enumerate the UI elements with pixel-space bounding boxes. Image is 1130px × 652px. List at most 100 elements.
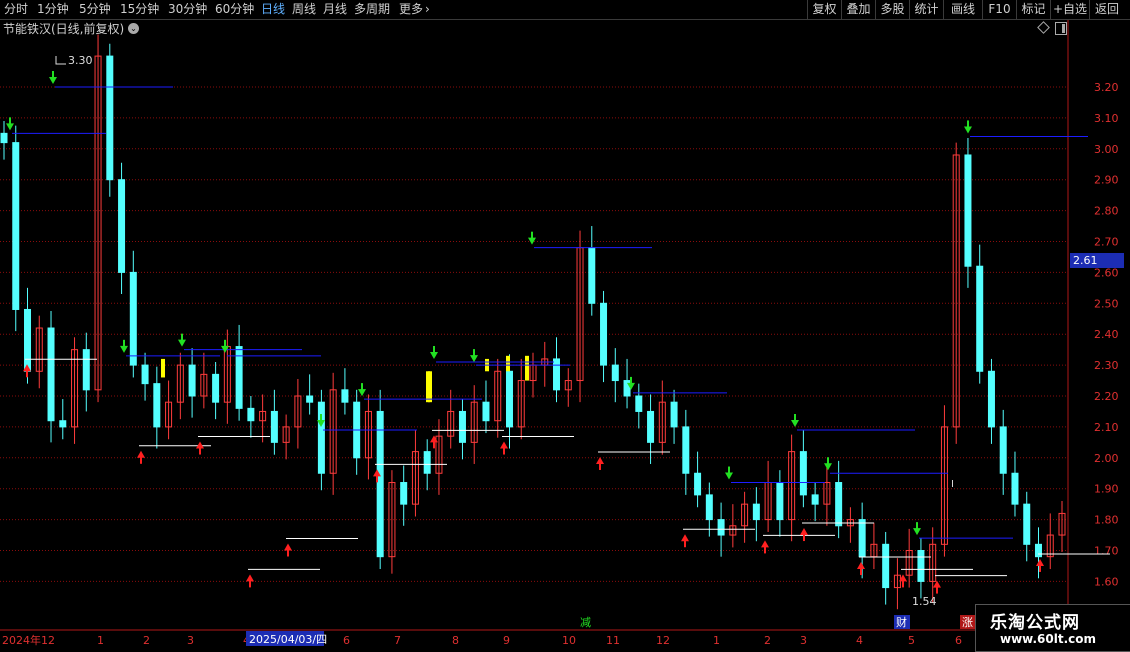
tab-15min[interactable]: 15分钟 (120, 2, 159, 17)
candle-body (600, 302, 608, 366)
tab-multi-period[interactable]: 多周期 (354, 2, 390, 17)
highlight-bar (428, 371, 432, 403)
candle-body (482, 401, 490, 422)
y-tick-label: 2.40 (1094, 328, 1119, 341)
watermark-url: www.60lt.com (1000, 632, 1097, 646)
x-tick-label: 2 (764, 634, 771, 647)
y-tick-label: 1.70 (1094, 545, 1119, 558)
statistics-button[interactable]: 统计 (909, 0, 943, 19)
candle-body (752, 503, 760, 521)
tab-daily[interactable]: 日线 (261, 2, 285, 17)
y-tick-label: 3.10 (1094, 112, 1119, 125)
candle-body (270, 410, 278, 443)
restore-rights-button[interactable]: 复权 (807, 0, 841, 19)
candle-body (106, 55, 114, 181)
candle-body (247, 407, 255, 422)
multi-stock-button[interactable]: 多股 (875, 0, 909, 19)
candle-body (423, 451, 431, 474)
tab-5min[interactable]: 5分钟 (79, 2, 111, 17)
candle-body (306, 395, 314, 403)
tab-more-label: 更多 (399, 2, 424, 16)
watermark: 乐淘公式网 www.60lt.com (975, 604, 1130, 652)
candle-body (0, 132, 8, 144)
reduce-marker: 减 (580, 616, 591, 629)
chevron-right-icon: › (425, 2, 430, 16)
candle-body (59, 420, 67, 428)
f10-button[interactable]: F10 (982, 0, 1016, 19)
x-tick-label: 9 (503, 634, 510, 647)
candle-body (694, 472, 702, 496)
candle-body (1034, 543, 1042, 558)
x-tick-label: 2 (143, 634, 150, 647)
candle-body (458, 410, 466, 443)
candle-body (835, 482, 843, 527)
x-tick-label: 6 (343, 634, 350, 647)
x-tick-label: 3 (800, 634, 807, 647)
high-pointer (55, 56, 66, 65)
candle-body (141, 364, 149, 385)
x-tick-label: 10 (562, 634, 576, 647)
candle-body (882, 543, 890, 589)
candle-body (705, 494, 713, 521)
finance-marker: 财 (896, 615, 907, 629)
highlight-bar (506, 355, 510, 372)
candle-body (188, 364, 196, 397)
y-tick-label: 2.50 (1094, 297, 1119, 310)
y-tick-label: 1.80 (1094, 514, 1119, 527)
candle-body (118, 179, 126, 273)
candle-body (670, 401, 678, 428)
tab-more[interactable]: 更多 › (399, 2, 430, 17)
candle-body (376, 410, 384, 558)
period-toolbar: 分时 1分钟 5分钟 15分钟 30分钟 60分钟 日线 周线 月线 多周期 更… (0, 0, 1130, 20)
date-highlight: 2025/04/03/四 (246, 631, 327, 646)
tab-weekly[interactable]: 周线 (292, 2, 316, 17)
candle-body (776, 482, 784, 521)
candle-body (553, 358, 561, 391)
tab-1min[interactable]: 1分钟 (37, 2, 69, 17)
candle-body (317, 401, 325, 474)
x-tick-label: 1 (713, 634, 720, 647)
tab-30min[interactable]: 30分钟 (168, 2, 207, 17)
candle-body (1023, 503, 1031, 545)
draw-line-button[interactable]: 画线 (943, 0, 982, 19)
tab-intraday[interactable]: 分时 (4, 2, 28, 17)
candle-body (917, 550, 925, 582)
candle-body (611, 364, 619, 382)
tab-monthly[interactable]: 月线 (323, 2, 347, 17)
y-tick-label: 2.30 (1094, 359, 1119, 372)
y-tick-label: 1.60 (1094, 575, 1119, 588)
watermark-title: 乐淘公式网 (990, 613, 1080, 633)
y-tick-label: 2.80 (1094, 205, 1119, 218)
back-button[interactable]: 返回 (1089, 0, 1124, 19)
x-tick-label: 7 (394, 634, 401, 647)
candle-body (717, 519, 725, 536)
candle-body (212, 373, 220, 403)
y-tick-label: 2.70 (1094, 236, 1119, 249)
x-tick-label: 12 (41, 634, 55, 647)
candle-body (682, 426, 690, 474)
candle-body (623, 380, 631, 397)
candle-body (999, 426, 1007, 474)
highlight-bar (161, 358, 165, 378)
candlestick-chart[interactable]: 3.20 3.10 3.00 2.90 2.80 2.70 2.60 2.50 2.40 2.30… (0, 20, 1130, 650)
x-tick-label: 5 (908, 634, 915, 647)
candle-body (976, 265, 984, 372)
x-tick-label: 6 (955, 634, 962, 647)
highlight-bar (525, 355, 529, 381)
tab-60min[interactable]: 60分钟 (215, 2, 254, 17)
mark-button[interactable]: 标记 (1016, 0, 1050, 19)
candle-body (153, 383, 161, 428)
x-tick-label: 3 (187, 634, 194, 647)
candle-body (129, 271, 137, 366)
y-tick-label: 1.90 (1094, 483, 1119, 496)
candle-body (505, 370, 513, 428)
y-tick-label: 2.90 (1094, 174, 1119, 187)
candle-body (964, 154, 972, 267)
candle-body (47, 327, 55, 422)
add-watchlist-button[interactable]: +自选 (1050, 0, 1089, 19)
x-tick-label: 1 (97, 634, 104, 647)
candle-body (588, 247, 596, 304)
candle-body (799, 451, 807, 496)
candle-body (24, 308, 32, 372)
overlay-button[interactable]: 叠加 (841, 0, 875, 19)
